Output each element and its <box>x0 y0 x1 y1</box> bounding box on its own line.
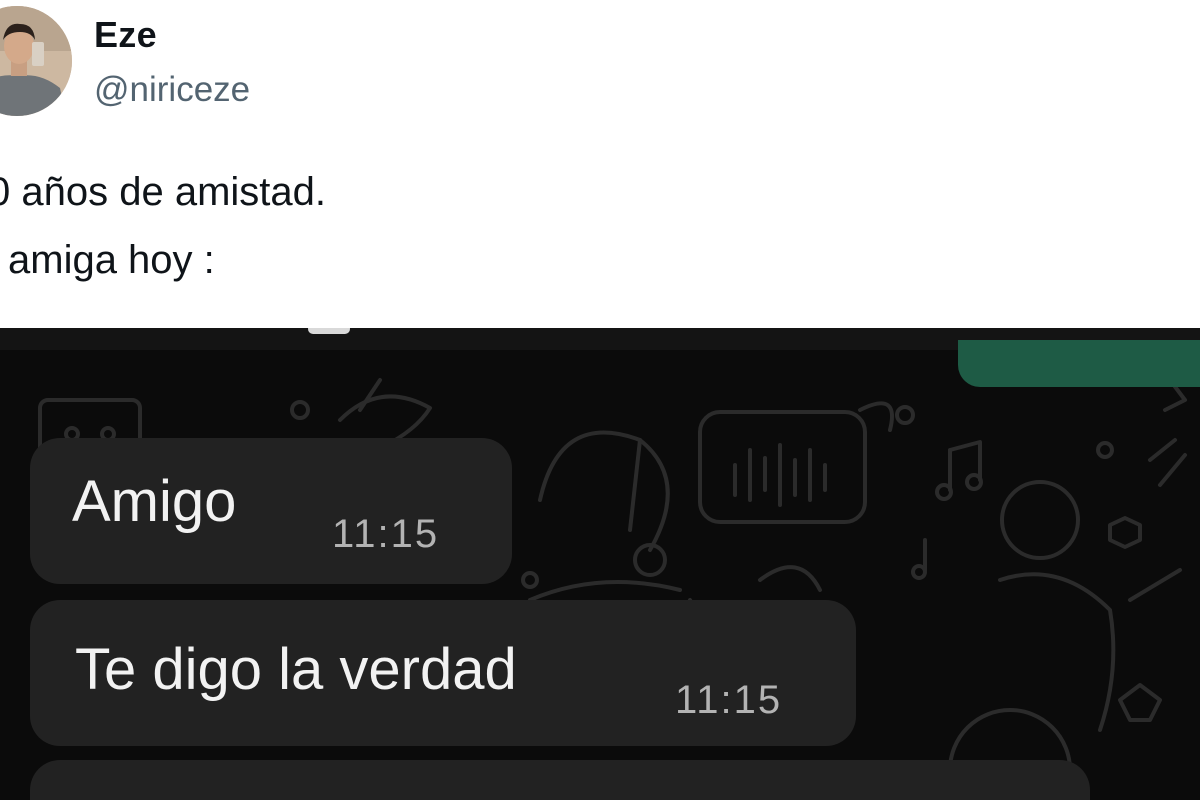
author-name[interactable]: Eze <box>94 14 157 56</box>
chat-screenshot: Amigo 11:15 Te digo la verdad 11:15 <box>0 328 1200 800</box>
tweet-screenshot: Eze @niriceze 0 años de amistad. i amiga… <box>0 0 1200 800</box>
notch-indicator <box>308 328 350 334</box>
incoming-message-bubble[interactable] <box>30 760 1090 800</box>
author-handle[interactable]: @niriceze <box>94 70 250 110</box>
avatar-photo-icon <box>0 6 72 116</box>
tweet-text-line: 0 años de amistad. <box>0 170 326 214</box>
message-timestamp: 11:15 <box>332 512 440 556</box>
avatar[interactable] <box>0 6 72 116</box>
message-timestamp: 11:15 <box>675 678 783 722</box>
message-text: Amigo <box>72 469 237 534</box>
message-text: Te digo la verdad <box>75 637 517 702</box>
tweet-text-line: i amiga hoy : <box>0 238 215 282</box>
outgoing-message-bubble <box>958 340 1200 387</box>
incoming-message-bubble[interactable]: Amigo 11:15 <box>30 438 512 584</box>
tweet-header: Eze @niriceze 0 años de amistad. i amiga… <box>0 0 1200 328</box>
incoming-message-bubble[interactable]: Te digo la verdad 11:15 <box>30 600 856 746</box>
